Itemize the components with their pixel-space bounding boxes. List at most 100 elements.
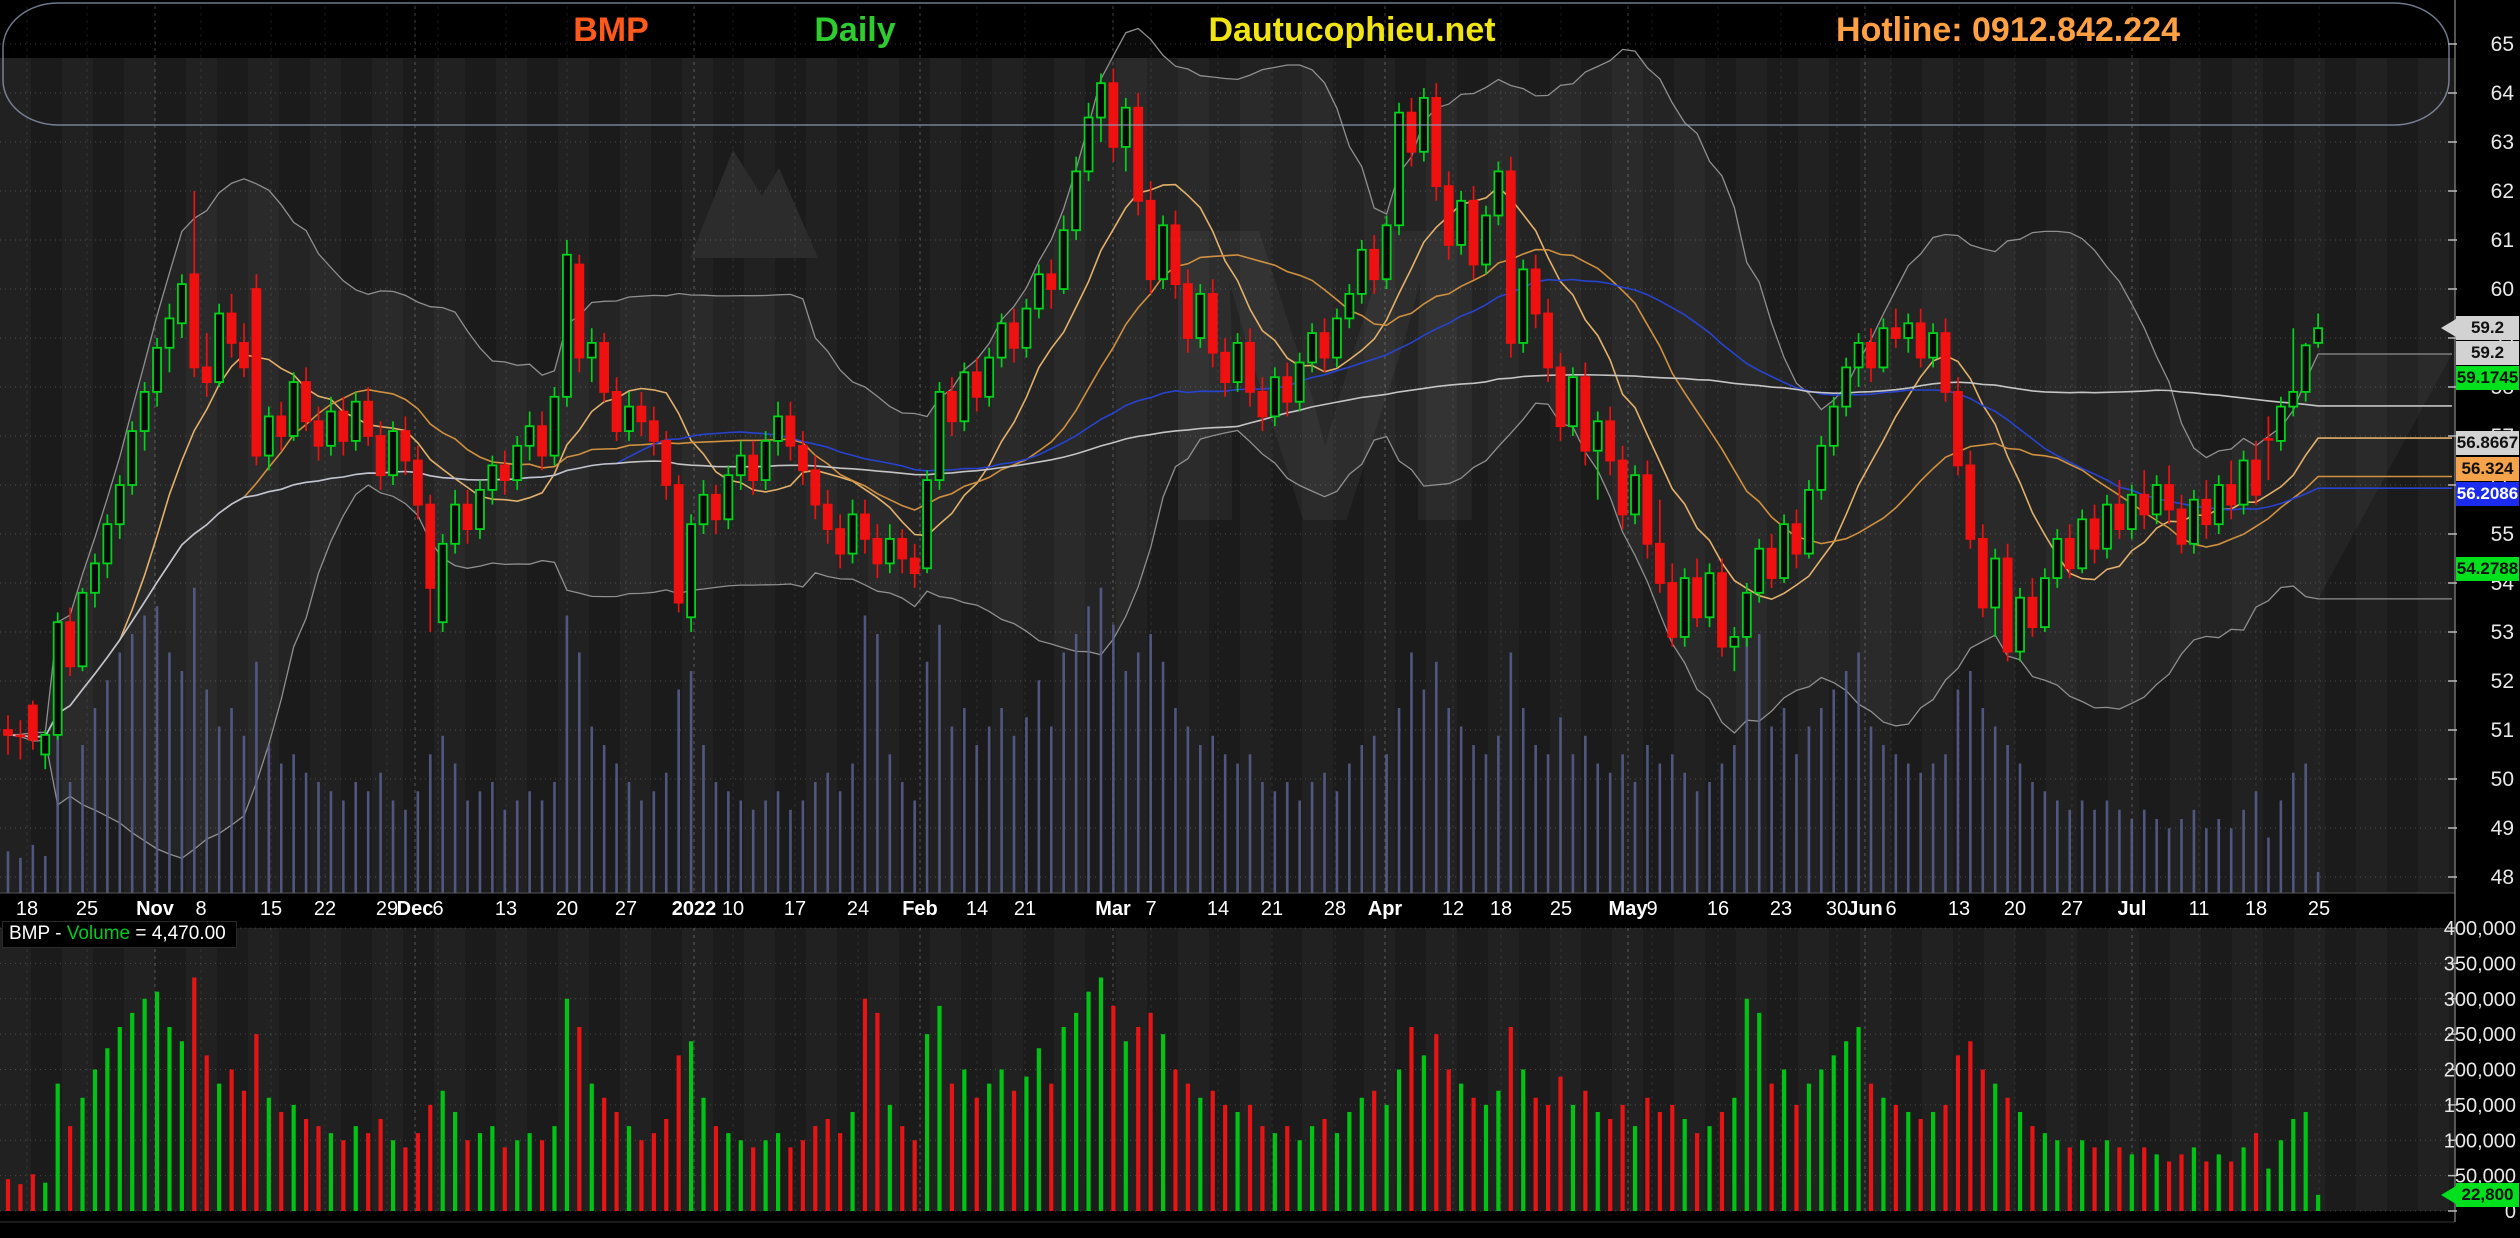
date-label: Apr [1368, 898, 1403, 920]
date-label: 28 [1324, 898, 1346, 920]
volume-tick-label: 100,000 [2444, 1130, 2516, 1152]
candle-body [153, 348, 161, 392]
date-label: Mar [1095, 898, 1131, 920]
trading-chart-window: M656463626160595857565554535251504948400… [0, 0, 2520, 1238]
volume-tick-label: 400,000 [2444, 918, 2516, 940]
price-tick-label: 51 [2491, 719, 2514, 742]
candle-body [960, 372, 968, 421]
candle-body [1209, 294, 1217, 353]
candle-body [91, 563, 99, 592]
volume-tick-label: 200,000 [2444, 1060, 2516, 1082]
volume-series-name: Volume [67, 923, 130, 944]
candle-body [2190, 500, 2198, 544]
date-label: 18 [16, 898, 38, 920]
candle-body [1755, 549, 1763, 593]
candle-body [1370, 250, 1378, 279]
candle-body [1097, 83, 1105, 117]
candle-body [1494, 171, 1502, 215]
candle-body [426, 505, 434, 588]
candle-body [526, 426, 534, 446]
volume-tick-label: 250,000 [2444, 1024, 2516, 1046]
candle-body [2053, 539, 2061, 578]
candle-body [1457, 201, 1465, 245]
candle-body [563, 255, 571, 397]
candle-body [240, 343, 248, 368]
candle-body [600, 343, 608, 392]
candle-body [1022, 309, 1030, 348]
date-label: 9 [1646, 898, 1657, 920]
candle-body [315, 421, 323, 446]
candle-body [1855, 343, 1863, 368]
watermark-mountain-icon [690, 150, 818, 258]
candle-body [948, 392, 956, 421]
date-label: 23 [1770, 898, 1792, 920]
candle-body [923, 480, 931, 568]
candle-body [252, 289, 260, 456]
candle-body [1780, 524, 1788, 578]
candle-body [1892, 328, 1900, 338]
candle-body [749, 456, 757, 481]
candle-body [228, 314, 236, 343]
site-watermark-label: Dautucophieu.net [1208, 10, 1495, 50]
candle-body [1171, 225, 1179, 284]
price-tick-label: 53 [2491, 621, 2514, 644]
candle-body [79, 593, 87, 667]
candle-body [1991, 559, 1999, 608]
candle-body [1507, 171, 1515, 343]
volume-tick-label: 350,000 [2444, 953, 2516, 975]
candle-body [637, 407, 645, 422]
candle-body [1246, 343, 1254, 392]
date-label: 12 [1442, 898, 1464, 920]
candle-body [2103, 505, 2111, 549]
price-tick-label: 63 [2491, 131, 2514, 154]
candle-body [364, 402, 372, 436]
volume-indicator-label: BMP - Volume = 4,470.00 [2, 921, 237, 948]
price-tag: 59.2 [2456, 316, 2519, 340]
candle-body [165, 318, 173, 347]
candle-body [1557, 367, 1565, 426]
candle-body [488, 465, 496, 490]
date-label: 2022 [672, 898, 717, 920]
candle-body [1867, 343, 1875, 368]
candle-body [1805, 490, 1813, 554]
candle-body [265, 416, 273, 455]
date-label: 25 [2308, 898, 2330, 920]
volume-tick-label: 300,000 [2444, 989, 2516, 1011]
candle-body [1718, 573, 1726, 647]
candle-body [277, 416, 285, 436]
date-label: 27 [2061, 898, 2083, 920]
candle-body [116, 485, 124, 524]
candle-body [2016, 598, 2024, 652]
candle-body [675, 485, 683, 603]
candle-body [1445, 186, 1453, 245]
chart-surface[interactable]: M656463626160595857565554535251504948400… [0, 0, 2520, 1238]
candle-body [936, 392, 944, 480]
candle-body [1643, 475, 1651, 544]
date-label: 21 [1014, 898, 1036, 920]
candle-body [1954, 392, 1962, 466]
candle-body [1072, 171, 1080, 230]
candle-body [1321, 333, 1329, 358]
volume-label-value: = 4,470.00 [130, 923, 226, 944]
date-label: 14 [966, 898, 988, 920]
candle-body [1047, 274, 1055, 289]
candle-body [178, 284, 186, 323]
candle-body [1544, 314, 1552, 368]
date-label: 24 [847, 898, 869, 920]
date-label: 13 [1948, 898, 1970, 920]
date-label: 13 [495, 898, 517, 920]
timeframe-label: Daily [814, 10, 895, 50]
candle-body [1706, 573, 1714, 617]
candle-body [2252, 461, 2260, 495]
candle-body [1196, 294, 1204, 338]
candle-body [1221, 353, 1229, 382]
candle-body [650, 421, 658, 441]
date-label: 25 [76, 898, 98, 920]
candle-body [1904, 323, 1912, 338]
candle-body [762, 441, 770, 480]
candle-body [1519, 269, 1527, 343]
candle-body [377, 436, 385, 475]
candle-body [1929, 333, 1937, 358]
candle-body [1060, 230, 1068, 289]
price-tag: 54.2788 [2456, 557, 2519, 581]
